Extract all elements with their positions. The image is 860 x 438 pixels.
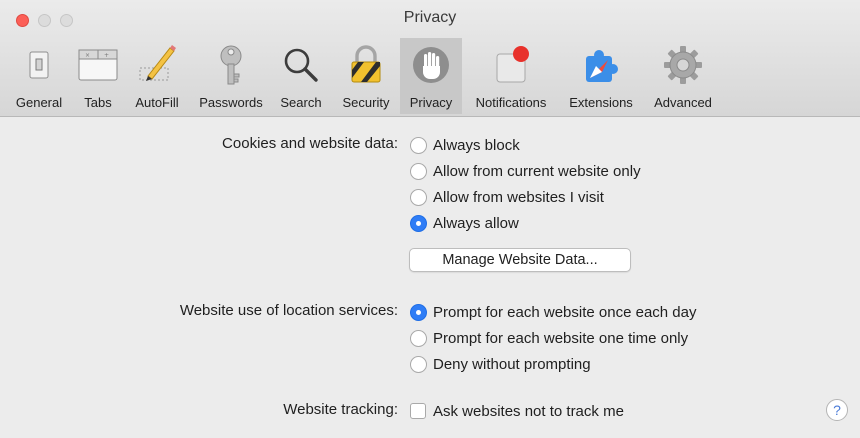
option-label: Ask websites not to track me <box>433 402 624 420</box>
autofill-pencil-icon <box>139 45 176 81</box>
tab-advanced[interactable]: Advanced <box>644 38 722 114</box>
svg-text:+: + <box>104 52 109 59</box>
tab-autofill[interactable]: AutoFill <box>128 38 186 114</box>
tab-label: Privacy <box>409 95 453 110</box>
do-not-track-option[interactable]: Ask websites not to track me <box>410 401 624 421</box>
window-title: Privacy <box>403 9 457 26</box>
tab-label: Passwords <box>199 95 263 110</box>
location-option-one-time-only[interactable]: Prompt for each website one time only <box>410 328 688 348</box>
tab-label: Advanced <box>654 95 712 110</box>
cookies-option-allow-current[interactable]: Allow from current website only <box>410 161 641 181</box>
privacy-hand-icon <box>413 47 449 83</box>
tab-label: Security <box>342 95 390 110</box>
tab-extensions[interactable]: Extensions <box>560 38 642 114</box>
help-button[interactable]: ? <box>826 399 848 421</box>
option-label: Always allow <box>433 214 519 232</box>
tab-notifications[interactable]: Notifications <box>464 38 558 114</box>
location-option-deny[interactable]: Deny without prompting <box>410 354 591 374</box>
option-label: Prompt for each website one time only <box>433 329 689 347</box>
tab-general[interactable]: General <box>10 38 68 114</box>
tab-label: Extensions <box>569 95 633 110</box>
search-magnifier-icon <box>284 48 318 82</box>
notifications-badge-icon <box>496 46 529 83</box>
tab-tabs[interactable]: × + Tabs <box>76 38 120 114</box>
cookies-option-always-block[interactable]: Always block <box>410 135 520 155</box>
option-label: Deny without prompting <box>433 355 591 373</box>
svg-text:×: × <box>85 52 90 59</box>
tab-search[interactable]: Search <box>274 38 328 114</box>
radio-button[interactable] <box>410 162 427 180</box>
radio-button[interactable] <box>410 329 427 347</box>
tab-label: Search <box>280 95 322 110</box>
tab-label: AutoFill <box>135 95 179 110</box>
radio-button[interactable] <box>410 188 427 206</box>
tab-privacy[interactable]: Privacy <box>400 38 462 114</box>
passwords-key-icon <box>220 45 242 85</box>
cookies-option-always-allow[interactable]: Always allow <box>410 213 519 233</box>
radio-button[interactable] <box>410 136 427 154</box>
advanced-gear-icon <box>664 46 702 84</box>
tab-security[interactable]: Security <box>334 38 398 114</box>
tab-label: Tabs <box>84 95 112 110</box>
website-tracking-label: Website tracking: <box>283 401 398 418</box>
location-option-once-each-day[interactable]: Prompt for each website once each day <box>410 302 696 322</box>
tab-label: General <box>15 95 63 110</box>
safari-preferences-window: Privacy General × + Tabs AutoFill Passwo… <box>0 0 860 438</box>
manage-website-data-button[interactable]: Manage Website Data... <box>409 248 631 272</box>
checkbox[interactable] <box>410 403 426 419</box>
tab-passwords[interactable]: Passwords <box>194 38 268 114</box>
cookies-option-allow-visited[interactable]: Allow from websites I visit <box>410 187 604 207</box>
security-lock-icon <box>351 45 381 83</box>
option-label: Allow from current website only <box>433 162 641 180</box>
preferences-toolbar: Privacy General × + Tabs AutoFill Passwo… <box>0 0 860 117</box>
radio-button-selected[interactable] <box>410 214 427 232</box>
tabs-icon: × + <box>78 49 118 81</box>
extensions-puzzle-compass-icon <box>586 50 618 82</box>
radio-button[interactable] <box>410 355 427 373</box>
tab-label: Notifications <box>475 95 547 110</box>
option-label: Always block <box>433 136 520 154</box>
radio-button-selected[interactable] <box>410 303 427 321</box>
general-switch-icon <box>29 51 49 79</box>
option-label: Allow from websites I visit <box>433 188 604 206</box>
location-services-label: Website use of location services: <box>179 302 398 319</box>
option-label: Prompt for each website once each day <box>433 303 697 321</box>
cookies-label: Cookies and website data: <box>222 135 398 152</box>
